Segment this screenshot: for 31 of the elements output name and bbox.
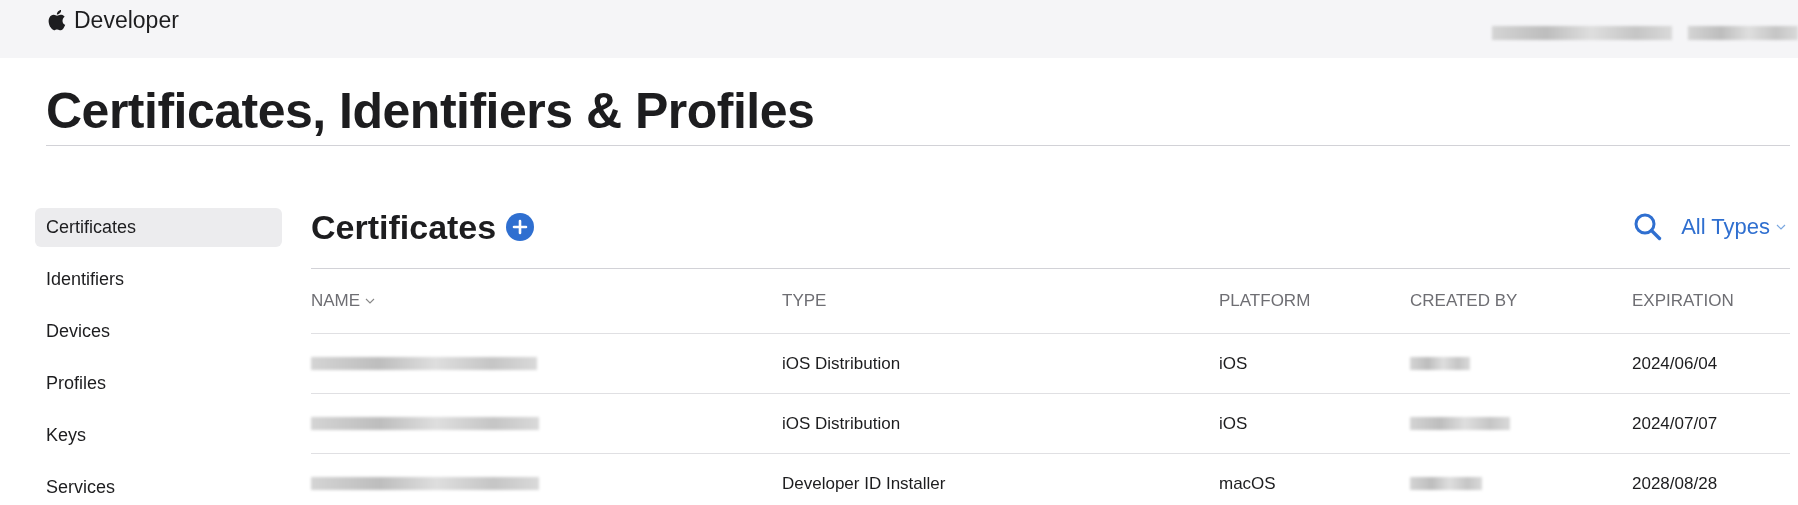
table-cell: iOS Distribution [782,353,901,374]
sidebar-item[interactable]: Certificates [35,208,282,247]
type-filter-dropdown[interactable]: All Types [1681,214,1786,240]
table-cell: 2028/08/28 [1632,473,1718,494]
sidebar-item[interactable]: Services [35,468,282,505]
add-icon[interactable] [506,213,535,241]
sidebar-item[interactable]: Identifiers [35,260,282,299]
blurred-text [1410,357,1470,370]
caret-icon [1776,224,1786,230]
column-header[interactable]: CREATED BY [1410,291,1518,311]
section-title: Certificates [311,207,497,247]
table-cell: iOS [1219,353,1248,374]
column-header[interactable]: PLATFORM [1219,291,1311,311]
column-header[interactable]: EXPIRATION [1632,291,1734,311]
sidebar-item[interactable]: Keys [35,416,282,455]
table-cell: Developer ID Installer [782,473,946,494]
column-header[interactable]: TYPE [782,291,827,311]
table-cell: 2024/07/07 [1632,413,1718,434]
page-title: Certificates, Identifiers & Profiles [46,84,1790,146]
brand-name[interactable]: Developer [74,6,179,34]
search-icon[interactable] [1633,212,1664,242]
table-cell: iOS [1219,413,1248,434]
blurred-text [1410,477,1482,490]
table-cell: 2024/06/04 [1632,353,1718,374]
column-header[interactable]: NAME [311,291,376,311]
sort-caret-icon [365,298,376,304]
table-cell: iOS Distribution [782,413,901,434]
table-cell: macOS [1219,473,1276,494]
sidebar-item[interactable]: Devices [35,312,282,351]
sidebar-item[interactable]: Profiles [35,364,282,403]
apple-icon [46,8,66,32]
